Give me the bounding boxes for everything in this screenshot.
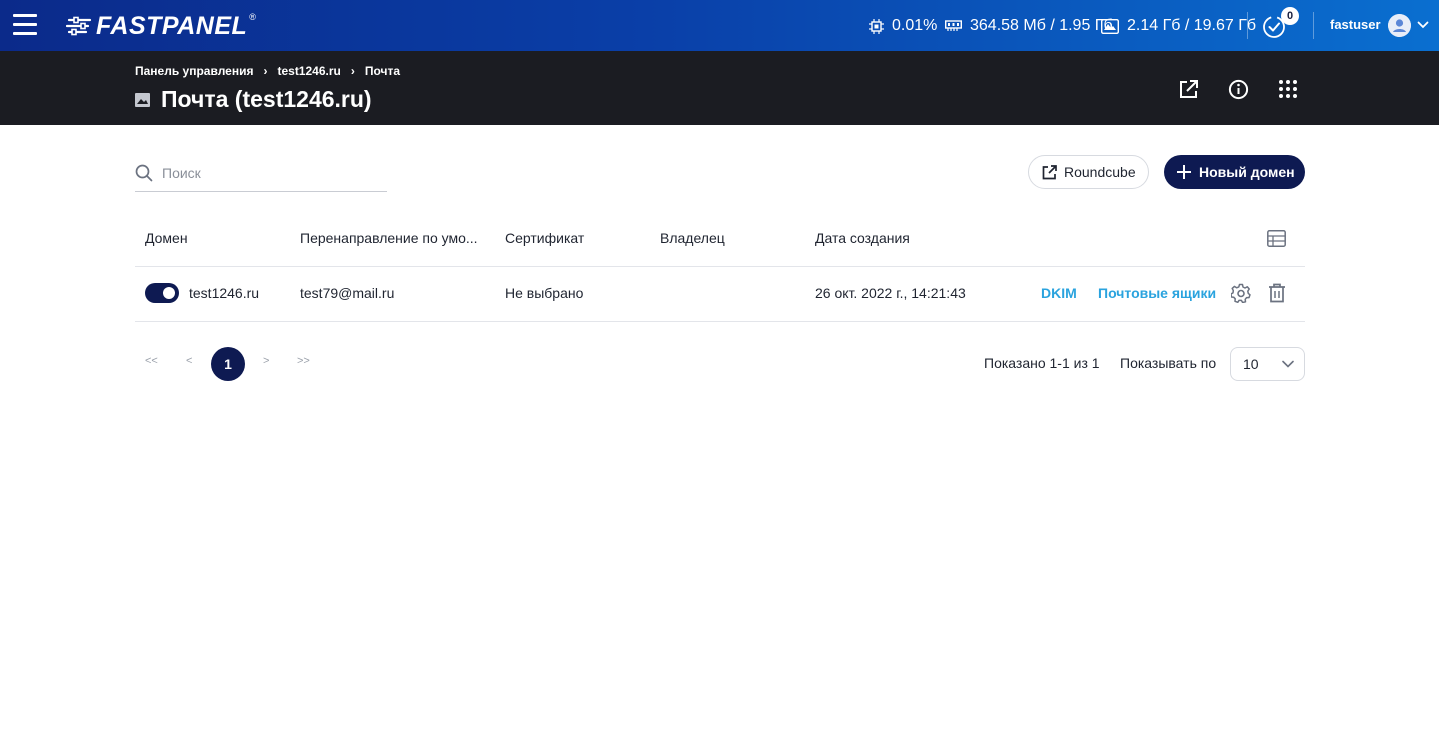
column-header-domain[interactable]: Домен bbox=[145, 230, 188, 246]
breadcrumb: Панель управления › test1246.ru › Почта bbox=[135, 64, 400, 78]
ram-icon bbox=[945, 20, 962, 31]
ram-stat: 364.58 Мб / 1.95 Гб bbox=[945, 17, 1113, 35]
chevron-right-icon: › bbox=[263, 64, 268, 78]
disk-value: 2.14 Гб / 19.67 Гб bbox=[1127, 17, 1257, 34]
search-box bbox=[135, 154, 387, 192]
cpu-stat: 0.01% bbox=[869, 17, 937, 35]
breadcrumb-mail: Почта bbox=[364, 64, 401, 78]
disk-icon bbox=[1101, 18, 1119, 34]
trash-icon[interactable] bbox=[1268, 283, 1286, 303]
column-header-created[interactable]: Дата создания bbox=[815, 230, 910, 246]
breadcrumb-domain[interactable]: test1246.ru bbox=[277, 64, 340, 78]
domain-enabled-toggle[interactable] bbox=[145, 283, 179, 303]
mailboxes-link[interactable]: Почтовые ящики bbox=[1098, 285, 1216, 301]
prev-page-button[interactable]: < bbox=[186, 355, 192, 367]
divider bbox=[1313, 12, 1314, 39]
created-cell: 26 окт. 2022 г., 14:21:43 bbox=[815, 285, 966, 301]
divider bbox=[135, 321, 1305, 322]
disk-stat: 2.14 Гб / 19.67 Гб bbox=[1101, 17, 1256, 35]
plus-icon bbox=[1177, 165, 1191, 179]
roundcube-label: Roundcube bbox=[1064, 164, 1136, 180]
logo-icon bbox=[66, 16, 92, 36]
chevron-right-icon: › bbox=[350, 64, 355, 78]
menu-icon[interactable] bbox=[13, 14, 37, 36]
logo[interactable]: FASTPANEL ® bbox=[66, 12, 256, 40]
first-page-button[interactable]: << bbox=[145, 355, 158, 367]
external-link-icon bbox=[1042, 164, 1057, 179]
logo-text: FASTPANEL bbox=[96, 11, 248, 40]
gear-icon[interactable] bbox=[1231, 283, 1251, 303]
results-count: Показано 1-1 из 1 bbox=[984, 355, 1100, 371]
image-icon bbox=[135, 92, 150, 107]
new-domain-button[interactable]: Новый домен bbox=[1164, 155, 1305, 189]
new-domain-label: Новый домен bbox=[1199, 164, 1295, 180]
divider bbox=[135, 266, 1305, 267]
redirect-cell: test79@mail.ru bbox=[300, 285, 395, 301]
page-header: Панель управления › test1246.ru › Почта … bbox=[0, 51, 1439, 125]
breadcrumb-dashboard[interactable]: Панель управления bbox=[135, 64, 253, 78]
dkim-link[interactable]: DKIM bbox=[1041, 285, 1077, 301]
divider bbox=[1247, 12, 1248, 39]
roundcube-button[interactable]: Roundcube bbox=[1028, 155, 1149, 189]
cpu-icon bbox=[869, 18, 884, 34]
page-1-button[interactable]: 1 bbox=[211, 347, 245, 381]
per-page-select[interactable]: 10 bbox=[1230, 347, 1305, 381]
info-icon[interactable] bbox=[1228, 79, 1249, 100]
chevron-down-icon[interactable] bbox=[1417, 19, 1429, 31]
table-columns-icon[interactable] bbox=[1267, 230, 1286, 247]
apps-grid-icon[interactable] bbox=[1278, 79, 1298, 99]
domain-cell: test1246.ru bbox=[189, 285, 260, 301]
cpu-value: 0.01% bbox=[892, 17, 938, 34]
top-bar: FASTPANEL ® 0.01% 364.58 Мб / 1.95 Гб 2.… bbox=[0, 0, 1439, 51]
page-title-text: Почта (test1246.ru) bbox=[161, 86, 372, 112]
column-header-redirect[interactable]: Перенаправление по умо... bbox=[300, 230, 478, 246]
per-page-label: Показывать по bbox=[1120, 355, 1217, 371]
page-title: Почта (test1246.ru) bbox=[135, 86, 372, 113]
last-page-button[interactable]: >> bbox=[297, 355, 310, 367]
search-input[interactable] bbox=[162, 162, 382, 184]
next-page-button[interactable]: > bbox=[263, 355, 269, 367]
certificate-cell: Не выбрано bbox=[505, 285, 584, 301]
external-link-icon[interactable] bbox=[1178, 79, 1199, 100]
search-icon bbox=[135, 164, 153, 182]
tasks-badge: 0 bbox=[1281, 7, 1299, 25]
logo-registered: ® bbox=[249, 12, 256, 22]
column-header-owner[interactable]: Владелец bbox=[660, 230, 725, 246]
chevron-down-icon bbox=[1282, 360, 1294, 368]
avatar-icon[interactable] bbox=[1388, 14, 1411, 37]
column-header-certificate[interactable]: Сертификат bbox=[505, 230, 584, 246]
ram-value: 364.58 Мб / 1.95 Гб bbox=[970, 17, 1113, 34]
username[interactable]: fastuser bbox=[1330, 17, 1381, 32]
per-page-value: 10 bbox=[1243, 356, 1259, 372]
